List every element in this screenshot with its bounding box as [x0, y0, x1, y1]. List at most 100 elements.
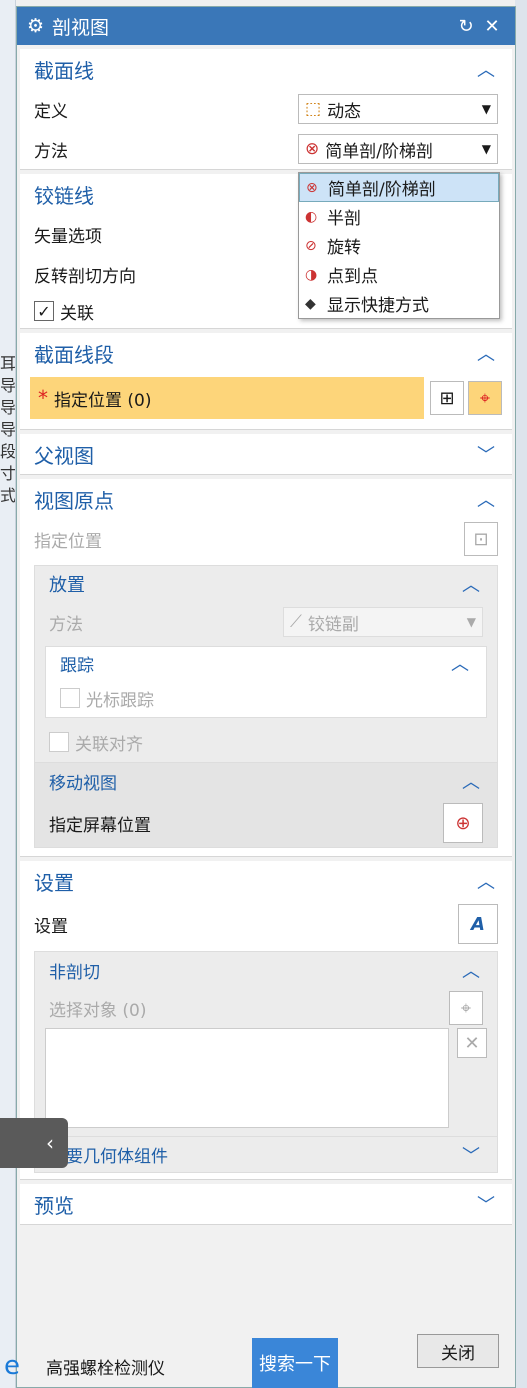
chevron-up-icon[interactable]: ︿ — [474, 56, 498, 82]
tracking-header[interactable]: 跟踪 ︿ — [46, 647, 486, 679]
object-list-wrap: ✕ — [35, 1028, 497, 1128]
preview-title: 预览 — [34, 1193, 74, 1218]
secondary-header[interactable]: 次要几何体组件 ﹀ — [35, 1136, 497, 1172]
collapse-panel-tab[interactable]: ‹ — [0, 1118, 68, 1168]
taskbar-text[interactable]: 高强螺栓检测仪 — [46, 1354, 165, 1379]
dialog-titlebar[interactable]: ⚙ 剖视图 ↻ ✕ — [17, 7, 515, 45]
dynamic-icon: ⬚ — [305, 99, 322, 119]
chevron-up-icon[interactable]: ︿ — [459, 768, 483, 794]
placement-method-select[interactable]: ⟋ 铰链副 ▼ — [283, 607, 483, 637]
settings-title: 设置 — [34, 870, 74, 895]
section-method-icon: ⊗ — [306, 179, 318, 196]
add-point-icon[interactable]: ⊞ — [430, 381, 464, 415]
dropdown-arrow-icon: ▼ — [466, 615, 476, 629]
chevron-up-icon[interactable]: ︿ — [448, 650, 472, 676]
hinge-icon: ⟋ — [290, 612, 302, 632]
preview-group: 预览 ﹀ — [20, 1184, 512, 1225]
background-window-strip: 耳 导 导 导 段 寸 式 — [0, 0, 16, 1388]
menu-item-label: 简单剖/阶梯剖 — [328, 180, 436, 200]
section-line-header[interactable]: 截面线 ︿ — [20, 49, 512, 89]
browser-icon[interactable]: e — [4, 1351, 20, 1381]
chevron-down-icon[interactable]: ﹀ — [474, 1191, 498, 1217]
define-row: 定义 ⬚ 动态 ▼ — [20, 89, 512, 129]
chevron-up-icon[interactable]: ︿ — [459, 571, 483, 597]
chevron-left-icon: ‹ — [46, 1131, 54, 1155]
placement-header[interactable]: 放置 ︿ — [35, 566, 497, 602]
point-dialog-icon[interactable]: ⊡ — [464, 522, 498, 556]
specify-location-row: * 指定位置 (0) ⊞ ⌖ — [20, 373, 512, 429]
preview-header[interactable]: 预览 ﹀ — [20, 1184, 512, 1224]
select-object-row: 选择对象 (0) ⌖ — [35, 988, 497, 1028]
chevron-up-icon[interactable]: ︿ — [474, 868, 498, 894]
move-view-title: 移动视图 — [49, 773, 117, 794]
method-row: 方法 ⊗ 简单剖/阶梯剖 ▼ — [20, 129, 512, 169]
bg-char: 寸 — [0, 464, 16, 483]
menu-item-simple-stepped[interactable]: ⊗ 简单剖/阶梯剖 — [299, 173, 499, 202]
remove-icon[interactable]: ✕ — [457, 1028, 487, 1058]
associative-label: 关联 — [60, 303, 94, 324]
text-style-icon[interactable]: A — [458, 904, 498, 944]
origin-specify-label: 指定位置 — [34, 531, 102, 552]
select-object-label: 选择对象 (0) — [49, 1000, 147, 1021]
settings-group: 设置 ︿ 设置 A 非剖切 ︿ 选择对象 (0) ⌖ ✕ 次要几何体组件 ﹀ — [20, 861, 512, 1180]
chevron-up-icon[interactable]: ︿ — [474, 486, 498, 512]
define-label: 定义 — [34, 101, 68, 122]
crosshair-icon[interactable]: ⌖ — [468, 381, 502, 415]
bg-char: 导 — [0, 420, 16, 439]
chevron-down-icon[interactable]: ﹀ — [474, 441, 498, 467]
chevron-down-icon[interactable]: ﹀ — [459, 1142, 483, 1168]
reset-icon[interactable]: ↻ — [453, 16, 479, 37]
section-line-title: 截面线 — [34, 58, 94, 83]
settings-row: 设置 A — [20, 901, 512, 947]
menu-item-revolved[interactable]: ⊘ 旋转 — [299, 231, 499, 260]
view-origin-header[interactable]: 视图原点 ︿ — [20, 479, 512, 519]
bg-char: 式 — [0, 486, 16, 505]
parent-view-header[interactable]: 父视图 ﹀ — [20, 434, 512, 474]
non-section-title: 非剖切 — [49, 962, 100, 983]
menu-item-half[interactable]: ◐ 半剖 — [299, 202, 499, 231]
menu-item-show-shortcuts[interactable]: ◆ 显示快捷方式 — [299, 289, 499, 318]
method-select[interactable]: ⊗ 简单剖/阶梯剖 ▼ — [298, 134, 498, 164]
menu-item-label: 半剖 — [327, 209, 361, 229]
dropdown-arrow-icon: ▼ — [481, 102, 491, 116]
object-listbox[interactable] — [45, 1028, 449, 1128]
placement-title: 放置 — [49, 575, 85, 596]
bg-char: 导 — [0, 398, 16, 417]
specify-location-label: 指定位置 (0) — [54, 390, 152, 411]
menu-item-label: 点到点 — [327, 267, 378, 287]
required-star-icon: * — [38, 386, 48, 410]
close-button[interactable]: 关闭 — [417, 1334, 499, 1368]
view-origin-group: 视图原点 ︿ 指定位置 ⊡ 放置 ︿ 方法 ⟋ 铰链副 ▼ 跟踪 ︿ 光标跟踪 … — [20, 479, 512, 857]
placement-method-label: 方法 — [49, 614, 83, 635]
chevron-up-icon[interactable]: ︿ — [474, 340, 498, 366]
parent-view-group: 父视图 ﹀ — [20, 434, 512, 475]
search-button[interactable]: 搜索一下 — [252, 1338, 338, 1388]
placement-group: 放置 ︿ 方法 ⟋ 铰链副 ▼ 跟踪 ︿ 光标跟踪 关联对齐 移动视图 ︿ 指定… — [34, 565, 498, 848]
screen-position-row: 指定屏幕位置 ⊕ — [35, 799, 497, 847]
assoc-align-checkbox[interactable] — [49, 732, 69, 752]
menu-item-point-to-point[interactable]: ◑ 点到点 — [299, 260, 499, 289]
screen-position-icon[interactable]: ⊕ — [443, 803, 483, 843]
bg-char: 导 — [0, 376, 16, 395]
method-value: 简单剖/阶梯剖 — [325, 141, 433, 162]
parent-view-title: 父视图 — [34, 443, 94, 468]
settings-label: 设置 — [34, 916, 68, 937]
cursor-tracking-row[interactable]: 光标跟踪 — [46, 679, 486, 717]
close-icon[interactable]: ✕ — [479, 16, 505, 37]
assoc-align-row[interactable]: 关联对齐 — [35, 722, 497, 762]
section-method-icon: ⊗ — [305, 139, 320, 159]
move-view-header[interactable]: 移动视图 ︿ — [35, 763, 497, 799]
crosshair-icon[interactable]: ⌖ — [449, 991, 483, 1025]
chevron-up-icon[interactable]: ︿ — [459, 957, 483, 983]
settings-header[interactable]: 设置 ︿ — [20, 861, 512, 901]
specify-location-field[interactable]: * 指定位置 (0) — [30, 377, 424, 419]
section-segment-header[interactable]: 截面线段 ︿ — [20, 333, 512, 373]
cursor-tracking-checkbox[interactable] — [60, 688, 80, 708]
define-select[interactable]: ⬚ 动态 ▼ — [298, 94, 498, 124]
placement-method-row: 方法 ⟋ 铰链副 ▼ — [35, 602, 497, 642]
point-to-point-icon: ◑ — [305, 266, 318, 283]
bg-char: 段 — [0, 442, 16, 461]
section-segment-group: 截面线段 ︿ * 指定位置 (0) ⊞ ⌖ — [20, 333, 512, 430]
associative-checkbox[interactable]: ✓ — [34, 301, 54, 321]
non-section-header[interactable]: 非剖切 ︿ — [35, 952, 497, 988]
